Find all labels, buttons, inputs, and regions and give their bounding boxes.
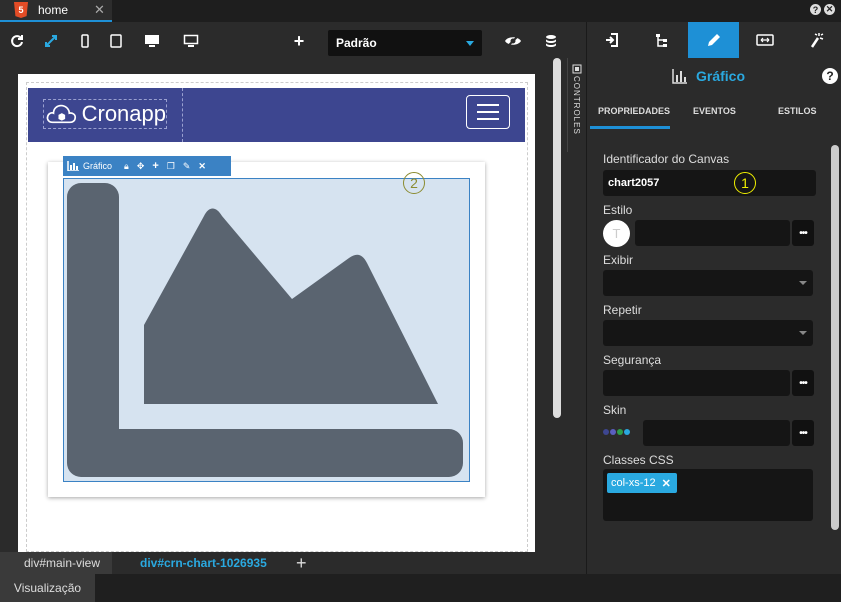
- repeat-label: Repetir: [603, 303, 642, 317]
- show-label: Exibir: [603, 253, 634, 267]
- skin-more-button[interactable]: •••: [792, 420, 814, 446]
- tab-home[interactable]: 5 home ✕: [0, 0, 112, 22]
- security-more-button[interactable]: •••: [792, 370, 814, 396]
- panel-tab-enter[interactable]: [586, 22, 637, 58]
- subtab-properties[interactable]: PROPRIEDADES: [598, 106, 670, 116]
- caret-down-icon: [799, 331, 807, 335]
- tablet-icon[interactable]: [107, 32, 125, 50]
- eye-slash-icon[interactable]: [504, 32, 522, 50]
- skin-input[interactable]: [643, 420, 790, 446]
- subtab-styles[interactable]: ESTILOS: [778, 106, 817, 116]
- enter-icon: [605, 33, 618, 47]
- canvas-scrollbar[interactable]: [553, 58, 561, 418]
- canvas-id-label: Identificador do Canvas: [603, 152, 730, 166]
- panel-tab-properties[interactable]: [688, 22, 739, 58]
- panel-tab-wand[interactable]: [790, 22, 841, 58]
- database-icon[interactable]: [542, 32, 560, 50]
- tab-close-icon[interactable]: ✕: [94, 2, 105, 18]
- add-icon[interactable]: +: [290, 31, 308, 51]
- image-placeholder-icon: [67, 183, 463, 477]
- chart-toolbar-label: Gráfico: [83, 161, 113, 171]
- close-icon[interactable]: ✕: [824, 4, 835, 15]
- panel-title: Gráfico: [672, 68, 745, 84]
- breadcrumb-item-main-view[interactable]: div#main-view: [0, 552, 112, 574]
- subtab-events[interactable]: EVENTOS: [693, 106, 736, 116]
- skin-dot: [624, 429, 630, 435]
- show-select[interactable]: [603, 270, 813, 296]
- window-controls: ? ✕: [810, 4, 835, 15]
- skin-swatches[interactable]: [603, 429, 630, 435]
- panel-title-text: Gráfico: [696, 68, 746, 84]
- magic-icon[interactable]: ✎: [183, 161, 191, 172]
- help-icon[interactable]: ?: [822, 68, 838, 84]
- html5-icon: 5: [14, 2, 28, 18]
- status-bar: [0, 574, 841, 602]
- designer-toolbar: +: [0, 22, 586, 62]
- resize-icon: [755, 34, 774, 46]
- tab-bar: [0, 0, 841, 22]
- skin-dot: [603, 429, 609, 435]
- hamburger-menu-button[interactable]: [466, 95, 510, 129]
- close-icon[interactable]: ✕: [198, 161, 206, 172]
- marker-2: 2: [403, 172, 425, 194]
- style-badge: T: [603, 220, 630, 247]
- caret-down-icon: [799, 281, 807, 285]
- view-select-value: Padrão: [336, 36, 377, 50]
- style-label: Estilo: [603, 203, 633, 217]
- skin-label: Skin: [603, 403, 627, 417]
- panel-scrollbar[interactable]: [831, 145, 839, 530]
- style-input[interactable]: [635, 220, 790, 246]
- marker-1: 1: [734, 172, 756, 194]
- monitor-icon[interactable]: [182, 32, 200, 50]
- subtab-underline: [590, 126, 670, 129]
- breadcrumb-add-button[interactable]: +: [296, 552, 316, 574]
- cloud-icon: [46, 104, 77, 124]
- refresh-icon[interactable]: [8, 32, 26, 50]
- lock-icon[interactable]: 🔒︎: [124, 161, 129, 172]
- bar-chart-icon: [672, 69, 687, 84]
- tab-label: home: [38, 3, 69, 17]
- chart-component-toolbar[interactable]: Gráfico 🔒︎ ✥ + ❐ ✎ ✕: [63, 156, 231, 176]
- visualization-tab[interactable]: Visualização: [0, 574, 95, 602]
- caret-down-icon: [466, 40, 474, 46]
- security-input[interactable]: [603, 370, 790, 396]
- tree-icon: [655, 34, 667, 47]
- panel-tab-tree[interactable]: [637, 22, 688, 58]
- bar-chart-icon: [67, 161, 79, 171]
- copy-icon[interactable]: ❐: [167, 161, 175, 172]
- canvas-id-input[interactable]: chart2057: [603, 170, 816, 196]
- hamburger-line: [477, 111, 499, 113]
- hamburger-line: [477, 118, 499, 120]
- style-more-button[interactable]: •••: [792, 220, 814, 246]
- controls-icon: [572, 64, 582, 74]
- pencil-icon: [707, 34, 720, 46]
- mobile-icon[interactable]: [76, 32, 94, 50]
- skin-dot: [617, 429, 623, 435]
- cronapp-logo[interactable]: Cronapp: [43, 99, 167, 129]
- skin-dot: [610, 429, 616, 435]
- controls-tab[interactable]: CONTROLES: [567, 58, 586, 152]
- css-class-chip-label: col-xs-12: [611, 477, 656, 489]
- chart-placeholder[interactable]: [63, 178, 470, 482]
- breadcrumb-item-chart[interactable]: div#crn-chart-1026935: [112, 552, 288, 574]
- controls-label: CONTROLES: [572, 76, 581, 135]
- view-select[interactable]: Padrão: [328, 30, 482, 56]
- hamburger-line: [477, 104, 499, 106]
- wand-icon: [810, 33, 823, 48]
- repeat-select[interactable]: [603, 320, 813, 346]
- move-icon[interactable]: ✥: [137, 161, 145, 172]
- help-icon[interactable]: ?: [810, 4, 821, 15]
- desktop-icon[interactable]: [143, 32, 161, 50]
- security-label: Segurança: [603, 353, 662, 367]
- css-classes-label: Classes CSS: [603, 453, 674, 467]
- css-class-chip[interactable]: col-xs-12 ✕: [607, 473, 677, 493]
- navbar-divider: [182, 88, 183, 142]
- logo-text: Cronapp: [81, 101, 166, 126]
- plus-icon[interactable]: +: [152, 160, 158, 172]
- panel-tab-resize[interactable]: [739, 22, 790, 58]
- chip-close-icon[interactable]: ✕: [662, 477, 671, 490]
- expand-icon[interactable]: [42, 32, 60, 50]
